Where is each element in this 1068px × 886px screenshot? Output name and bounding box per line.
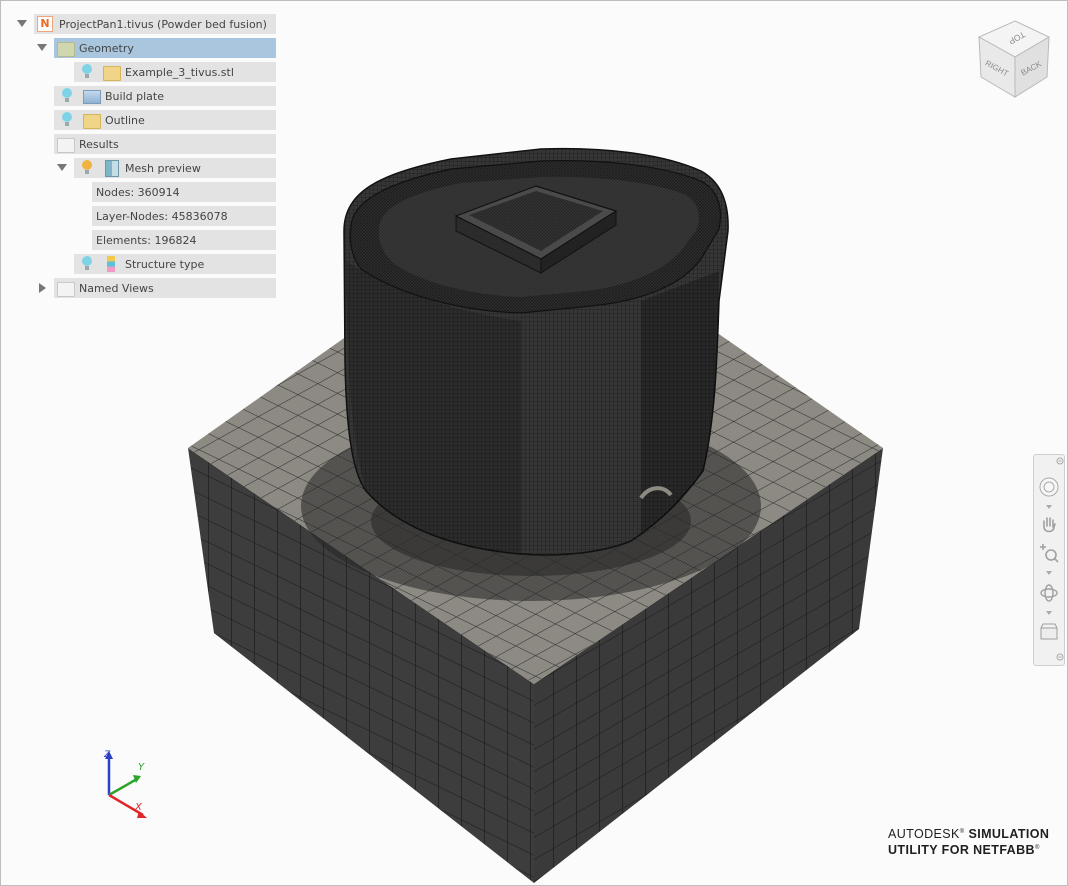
stl-label: Example_3_tivus.stl: [125, 65, 234, 79]
axis-triad: Z Y X: [103, 750, 147, 818]
expand-named-views-arrow[interactable]: [39, 283, 46, 293]
tree-item-named-views[interactable]: Named Views: [54, 278, 276, 298]
tree-item-layer-nodes: Layer-Nodes: 45836078: [92, 206, 276, 226]
visibility-bulb-icon[interactable]: [59, 88, 75, 104]
tree-item-stl[interactable]: Example_3_tivus.stl: [74, 62, 276, 82]
expand-project-arrow[interactable]: [17, 20, 27, 27]
chevron-down-icon[interactable]: [1046, 505, 1052, 509]
brand-utility: UTILITY FOR NETFABB: [888, 843, 1035, 858]
tree-item-outline[interactable]: Outline: [54, 110, 276, 130]
tree-item-nodes: Nodes: 360914: [92, 182, 276, 202]
expand-mesh-preview-arrow[interactable]: [57, 164, 67, 171]
chevron-down-icon[interactable]: [1046, 571, 1052, 575]
tree-item-structure-type[interactable]: Structure type: [74, 254, 276, 274]
folder-icon: [57, 136, 75, 153]
tree-item-mesh-preview[interactable]: Mesh preview: [74, 158, 276, 178]
axis-x-label: X: [134, 802, 143, 813]
stl-part-icon: [103, 64, 121, 81]
visibility-bulb-icon[interactable]: [79, 64, 95, 80]
navigation-bar: [1033, 454, 1065, 666]
elements-label: Elements: 196824: [96, 233, 197, 247]
close-icon[interactable]: [1056, 457, 1064, 465]
mesh-icon: [103, 160, 119, 177]
expand-geometry-arrow[interactable]: [37, 44, 47, 51]
options-icon[interactable]: [1056, 653, 1064, 661]
outline-icon: [83, 112, 101, 129]
axis-y-label: Y: [138, 762, 145, 773]
tree-item-geometry[interactable]: Geometry: [54, 38, 276, 58]
layer-nodes-label: Layer-Nodes: 45836078: [96, 209, 228, 223]
show-motion-icon[interactable]: [1039, 621, 1059, 641]
geometry-label: Geometry: [79, 41, 134, 55]
outline-label: Outline: [105, 113, 145, 127]
build-plate-label: Build plate: [105, 89, 164, 103]
build-plate-icon: [83, 88, 101, 104]
named-views-label: Named Views: [79, 281, 154, 295]
viewcube[interactable]: TOP RIGHT BACK: [973, 15, 1057, 103]
visibility-bulb-icon[interactable]: [59, 112, 75, 128]
chevron-down-icon[interactable]: [1046, 611, 1052, 615]
tree-item-build-plate[interactable]: Build plate: [54, 86, 276, 106]
project-label: ProjectPan1.tivus (Powder bed fusion): [59, 17, 267, 31]
results-label: Results: [79, 137, 119, 151]
pan-hand-icon[interactable]: [1039, 515, 1059, 535]
structure-type-label: Structure type: [125, 257, 205, 271]
tree-item-results[interactable]: Results: [54, 134, 276, 154]
steering-wheel-icon[interactable]: [1039, 477, 1059, 497]
axis-z-label: Z: [103, 750, 111, 760]
folder-icon: [57, 280, 75, 297]
visibility-bulb-icon[interactable]: [79, 160, 95, 176]
tree-item-project[interactable]: N ProjectPan1.tivus (Powder bed fusion): [34, 14, 276, 34]
brand-logo: AUTODESK® SIMULATION UTILITY FOR NETFABB…: [888, 827, 1050, 858]
nodes-label: Nodes: 360914: [96, 185, 180, 199]
zoom-icon[interactable]: [1039, 543, 1059, 563]
tree-item-elements: Elements: 196824: [92, 230, 276, 250]
viewport[interactable]: N ProjectPan1.tivus (Powder bed fusion) …: [0, 0, 1068, 886]
folder-icon: [57, 40, 75, 57]
orbit-icon[interactable]: [1039, 583, 1059, 603]
structure-type-icon: [103, 256, 119, 272]
mesh-preview-label: Mesh preview: [125, 161, 201, 175]
visibility-bulb-icon[interactable]: [79, 256, 95, 272]
brand-autodesk: AUTODESK: [888, 827, 960, 842]
brand-simulation: SIMULATION: [968, 827, 1050, 842]
netfabb-logo-icon: N: [37, 16, 53, 32]
